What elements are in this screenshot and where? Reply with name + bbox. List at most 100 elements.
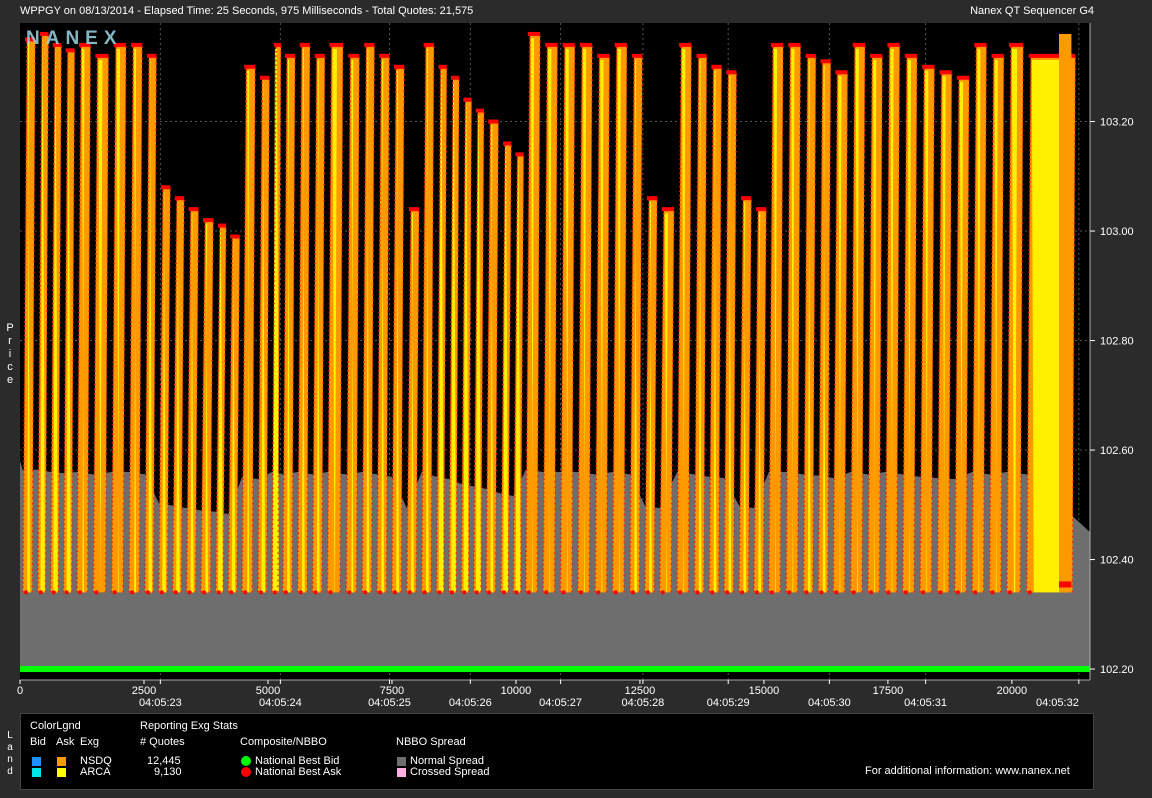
time-tick-label: 04:05:27 (539, 697, 582, 709)
nba-level (348, 53, 360, 58)
nba-point (710, 590, 715, 595)
nba-point (173, 590, 178, 595)
nba-level (679, 42, 692, 47)
arca-bid-swatch (32, 768, 41, 777)
nba-point (187, 590, 192, 595)
nba-point (487, 590, 492, 595)
nba-point (229, 590, 234, 595)
nba-point (437, 590, 442, 595)
nba-point (112, 590, 117, 595)
nba-level (329, 42, 343, 47)
nba-level (788, 42, 801, 47)
nba-point (921, 590, 926, 595)
nba-point (544, 590, 549, 595)
nba-level (146, 53, 157, 58)
national-best-ask-label: National Best Ask (255, 766, 342, 778)
nba-point (94, 590, 99, 595)
time-tick-label: 04:05:26 (449, 697, 492, 709)
legend-color-title: ColorLgnd (30, 720, 81, 732)
nba-level (696, 53, 707, 58)
y-tick-label: 102.40 (1100, 555, 1134, 567)
y-tick-label: 102.20 (1100, 664, 1134, 676)
nba-level (1008, 42, 1024, 47)
nba-point (216, 590, 221, 595)
nba-point (804, 590, 809, 595)
nba-level (244, 64, 256, 69)
y-axis: 103.20 103.00 102.80 102.60 102.40 102.20 (1089, 23, 1134, 680)
legend-bid-header: Bid (30, 736, 46, 748)
nba-level (488, 119, 499, 124)
nba-point (613, 590, 618, 595)
national-best-bid-line (20, 666, 1090, 673)
time-tick-label: 04:05:28 (621, 697, 664, 709)
nba-level (562, 42, 575, 47)
nba-level (974, 42, 987, 47)
normal-spread-swatch (397, 757, 406, 766)
nba-point (298, 590, 303, 595)
nba-point (678, 590, 683, 595)
nba-level (438, 64, 447, 69)
nba-level (379, 53, 390, 58)
time-tick-label: 04:05:25 (368, 697, 411, 709)
nba-point (886, 590, 891, 595)
nba-point (903, 590, 908, 595)
x-tick-label: 10000 (501, 685, 532, 697)
national-best-bid-dot (241, 756, 251, 766)
arca-quotes: 9,130 (154, 766, 182, 778)
nba-point (78, 590, 83, 595)
nba-point (561, 590, 566, 595)
national-best-ask-dot (241, 767, 251, 777)
nba-level (579, 42, 593, 47)
nba-point (990, 590, 995, 595)
nba-level (515, 152, 524, 157)
nba-point (23, 590, 28, 595)
nba-level (364, 42, 375, 47)
x-tick-label: 7500 (380, 685, 404, 697)
nba-point (328, 590, 333, 595)
nba-point (272, 590, 277, 595)
nba-level (614, 42, 627, 47)
nba-point (725, 590, 730, 595)
nba-level (835, 70, 848, 75)
nba-point (645, 590, 650, 595)
nba-point (363, 590, 368, 595)
nba-point (834, 590, 839, 595)
nba-point (938, 590, 943, 595)
nba-point (1027, 590, 1032, 595)
nba-level (475, 108, 484, 113)
nba-level (726, 70, 737, 75)
nba-level (922, 64, 935, 69)
nba-level (1059, 581, 1072, 588)
nba-level (805, 53, 816, 58)
time-tick-label: 04:05:29 (707, 697, 750, 709)
nba-level (284, 53, 296, 58)
arca-ask-swatch (57, 768, 66, 777)
nba-level (393, 64, 405, 69)
nba-level (852, 42, 865, 47)
nba-level (991, 53, 1004, 58)
nba-point (407, 590, 412, 595)
nba-point (283, 590, 288, 595)
nba-level (755, 207, 767, 212)
chart-svg: NANEX 103.20 103.00 102.80 102.60 102.40 102.… (17, 23, 1134, 709)
nba-level (423, 42, 434, 47)
nba-level (203, 218, 214, 223)
nba-level (632, 53, 643, 58)
nba-level (503, 141, 512, 146)
y-tick-label: 102.60 (1100, 445, 1134, 457)
nba-level (160, 185, 171, 190)
nba-point (422, 590, 427, 595)
nba-point (578, 590, 583, 595)
nba-point (64, 590, 69, 595)
nba-level (939, 70, 952, 75)
nba-point (243, 590, 248, 595)
nba-point (502, 590, 507, 595)
nba-point (754, 590, 759, 595)
nba-level (956, 75, 970, 80)
nba-point (514, 590, 519, 595)
legend-reporting-title: Reporting Exg Stats (140, 720, 238, 732)
nba-point (378, 590, 383, 595)
nba-level (314, 53, 325, 58)
nba-point (313, 590, 318, 595)
nba-level (188, 207, 199, 212)
